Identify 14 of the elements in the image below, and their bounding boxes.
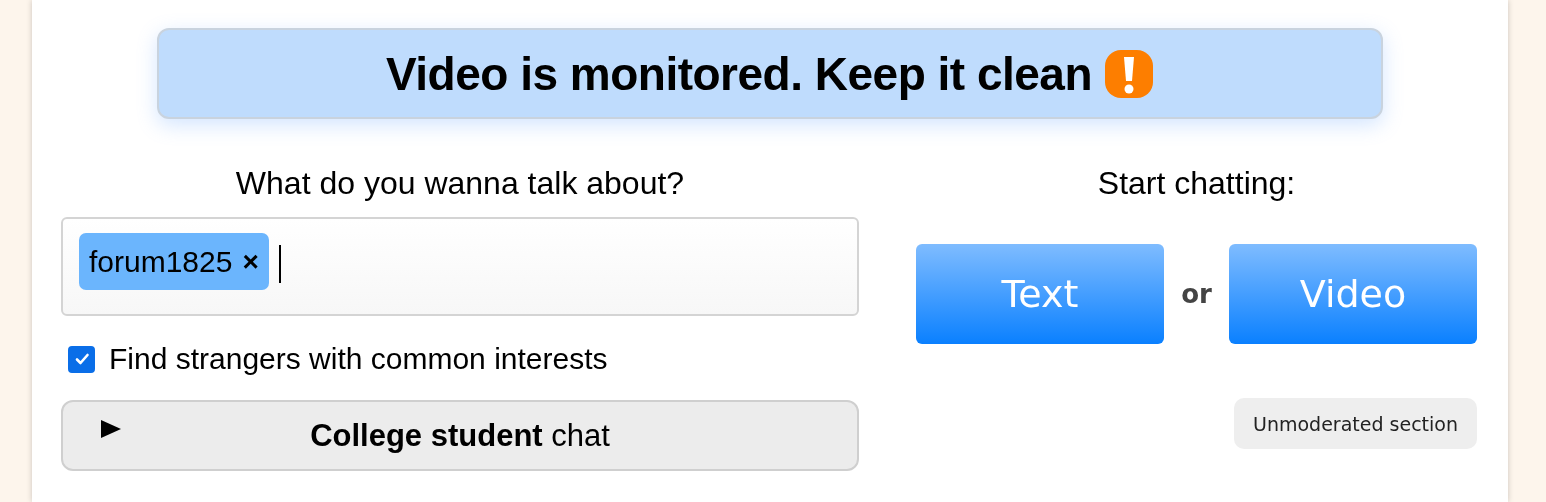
banner-text: Video is monitored. Keep it clean	[385, 46, 1092, 101]
start-chatting-heading: Start chatting:	[1096, 164, 1297, 203]
expand-triangle-icon	[100, 419, 122, 439]
remove-tag-button[interactable]: ×	[242, 245, 259, 278]
unmoderated-section-button[interactable]: Unmoderated section	[1234, 398, 1477, 449]
common-interests-checkbox[interactable]	[68, 345, 95, 373]
text-cursor	[278, 245, 281, 283]
interests-field[interactable]: forum1825 ×	[61, 217, 859, 316]
tag-label: forum1825	[89, 244, 233, 279]
college-chat-toggle[interactable]: College student chat	[61, 400, 859, 471]
exclamation-icon	[1104, 48, 1154, 99]
interests-heading: What do you wanna talk about?	[234, 164, 686, 203]
or-separator: or	[1180, 279, 1213, 309]
common-interests-label: Find strangers with common interests	[109, 342, 608, 376]
